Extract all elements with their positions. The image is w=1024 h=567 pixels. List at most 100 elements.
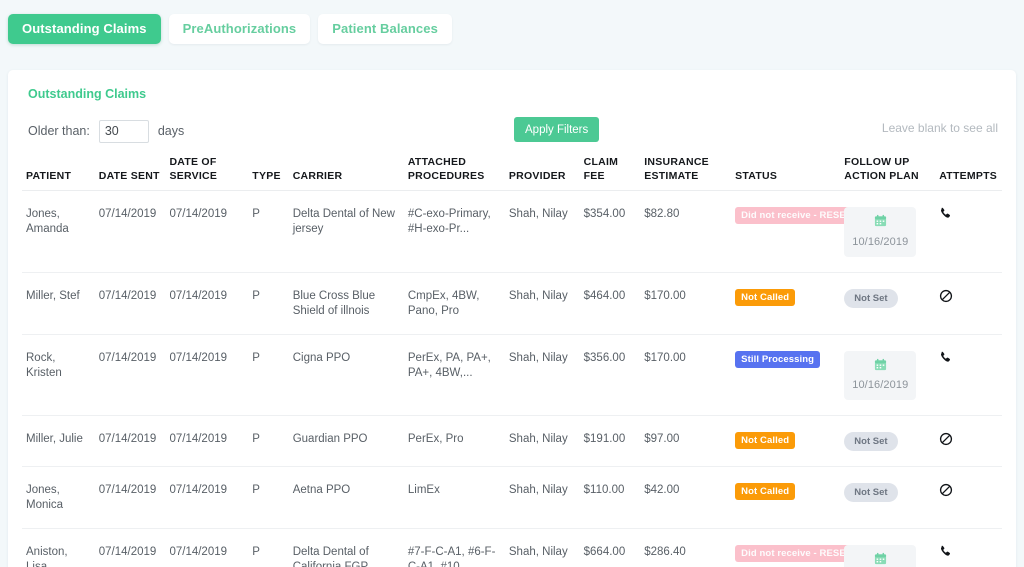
cell-attempts xyxy=(935,466,1002,529)
cell-follow-up-action-plan: Not Set xyxy=(840,272,936,335)
cell-follow-up-action-plan: Not Set xyxy=(840,415,936,467)
cell-type: P xyxy=(248,415,289,467)
filter-bar: Older than: days Apply Filters Leave bla… xyxy=(28,107,1002,155)
cell-type: P xyxy=(248,272,289,335)
cell-patient: Miller, Julie xyxy=(22,415,95,467)
phone-icon[interactable] xyxy=(939,545,952,562)
follow-up-not-set-pill[interactable]: Not Set xyxy=(844,432,898,451)
col-insurance-estimate[interactable]: INSURANCE ESTIMATE xyxy=(640,155,732,191)
older-than-days-input[interactable] xyxy=(98,119,149,143)
cell-attached-procedures: #C-exo-Primary, #H-exo-Pr... xyxy=(403,190,505,273)
follow-up-not-set-pill[interactable]: Not Set xyxy=(844,288,898,308)
cell-type: P xyxy=(248,334,289,416)
cell-claim-fee: $354.00 xyxy=(579,190,641,273)
claims-table-body: Jones, Amanda 07/14/2019 07/14/2019 P Delta … xyxy=(22,190,1002,567)
calendar-icon xyxy=(874,214,887,231)
follow-up-date-text: 10/16/2019 xyxy=(852,235,909,248)
cell-carrier: Cigna PPO xyxy=(288,334,404,416)
apply-filters-button[interactable]: Apply Filters xyxy=(514,117,600,142)
cell-claim-fee: $464.00 xyxy=(579,272,641,335)
cell-date-of-service: 07/14/2019 xyxy=(165,190,249,273)
status-badge[interactable]: Not Called xyxy=(735,288,796,306)
follow-up-date-text: 10/16/2019 xyxy=(852,379,909,391)
prohibited-icon[interactable] xyxy=(939,432,953,450)
col-claim-fee[interactable]: CLAIM FEE xyxy=(579,155,641,191)
cell-date-sent: 07/14/2019 xyxy=(94,272,166,335)
table-row[interactable]: Rock, Kristen 07/14/2019 07/14/2019 P Cigna … xyxy=(22,334,1002,416)
cell-attempts xyxy=(935,190,1002,273)
claims-table: PATIENT DATE SENT DATE OF SERVICE TYPE C… xyxy=(22,155,1002,567)
cell-date-sent: 07/14/2019 xyxy=(94,528,166,567)
cell-type: P xyxy=(248,528,289,567)
outstanding-claims-card: Outstanding Claims Older than: days Appl… xyxy=(8,70,1016,567)
cell-date-of-service: 07/14/2019 xyxy=(165,466,249,529)
cell-attempts xyxy=(935,272,1002,335)
cell-status: Not Called xyxy=(731,415,841,467)
col-carrier[interactable]: CARRIER xyxy=(288,155,404,191)
phone-icon[interactable] xyxy=(939,207,952,224)
cell-date-sent: 07/14/2019 xyxy=(94,190,166,273)
cell-carrier: Guardian PPO xyxy=(288,415,404,467)
page-title: Outstanding Claims xyxy=(28,87,147,101)
cell-insurance-estimate: $42.00 xyxy=(640,466,732,529)
phone-icon[interactable] xyxy=(939,351,952,368)
cell-attached-procedures: PerEx, PA, PA+, PA+, 4BW,... xyxy=(403,334,505,416)
status-badge[interactable]: Still Processing xyxy=(735,350,821,368)
cell-insurance-estimate: $170.00 xyxy=(640,272,732,335)
prohibited-icon[interactable] xyxy=(939,289,953,307)
status-badge[interactable]: Not Called xyxy=(735,432,796,449)
col-provider[interactable]: PROVIDER xyxy=(504,155,580,191)
cell-type: P xyxy=(248,190,289,273)
cell-date-of-service: 07/14/2019 xyxy=(165,272,249,335)
col-patient[interactable]: PATIENT xyxy=(22,155,95,191)
col-follow-up-action-plan[interactable]: FOLLOW UP ACTION PLAN xyxy=(840,155,936,191)
col-status[interactable]: STATUS xyxy=(731,155,841,191)
cell-provider: Shah, Nilay xyxy=(504,415,580,467)
tab-label: Outstanding Claims xyxy=(22,21,147,36)
tab-preauthorizations[interactable]: PreAuthorizations xyxy=(168,13,311,44)
table-row[interactable]: Jones, Monica 07/14/2019 07/14/2019 P Aetna … xyxy=(22,466,1002,529)
cell-follow-up-action-plan: Not Set xyxy=(840,466,936,529)
tab-bar: Outstanding Claims PreAuthorizations Pat… xyxy=(0,0,1024,48)
col-attempts[interactable]: ATTEMPTS xyxy=(935,155,1002,191)
cell-patient: Jones, Amanda xyxy=(22,190,95,273)
calendar-icon xyxy=(874,358,887,375)
cell-status: Did not receive - RESEND xyxy=(731,190,866,273)
cell-date-of-service: 07/14/2019 xyxy=(165,334,249,416)
tab-label: Patient Balances xyxy=(332,21,438,36)
prohibited-icon[interactable] xyxy=(939,483,953,501)
status-badge[interactable]: Not Called xyxy=(735,483,796,500)
follow-up-date-button[interactable]: 10/16/2019 xyxy=(844,545,917,567)
follow-up-date-button[interactable]: 10/16/2019 xyxy=(844,207,917,257)
col-date-sent[interactable]: DATE SENT xyxy=(94,155,166,191)
cell-carrier: Delta Dental of California FGP xyxy=(288,528,404,567)
cell-provider: Shah, Nilay xyxy=(504,190,580,273)
tab-outstanding-claims[interactable]: Outstanding Claims xyxy=(8,13,161,44)
table-header-row: PATIENT DATE SENT DATE OF SERVICE TYPE C… xyxy=(22,155,1002,191)
cell-date-of-service: 07/14/2019 xyxy=(165,415,249,467)
cell-provider: Shah, Nilay xyxy=(504,466,580,529)
follow-up-date-button[interactable]: 10/16/2019 xyxy=(844,350,917,400)
cell-insurance-estimate: $170.00 xyxy=(640,334,732,416)
col-type[interactable]: TYPE xyxy=(248,155,289,191)
cell-claim-fee: $191.00 xyxy=(579,415,641,467)
table-row[interactable]: Aniston, Lisa 07/14/2019 07/14/2019 P Delta … xyxy=(22,528,1002,567)
cell-provider: Shah, Nilay xyxy=(504,334,580,416)
cell-insurance-estimate: $97.00 xyxy=(640,415,732,467)
cell-date-of-service: 07/14/2019 xyxy=(165,528,249,567)
cell-insurance-estimate: $82.80 xyxy=(640,190,732,273)
table-row[interactable]: Miller, Julie 07/14/2019 07/14/2019 P Guardi… xyxy=(22,415,1002,467)
table-row[interactable]: Miller, Stef 07/14/2019 07/14/2019 P Blue Cr… xyxy=(22,272,1002,335)
cell-follow-up-action-plan: 10/16/2019 xyxy=(840,528,936,567)
cell-provider: Shah, Nilay xyxy=(504,528,580,567)
cell-patient: Aniston, Lisa xyxy=(22,528,95,567)
tab-patient-balances[interactable]: Patient Balances xyxy=(318,13,452,44)
cell-claim-fee: $356.00 xyxy=(579,334,641,416)
cell-attached-procedures: LimEx xyxy=(403,466,505,529)
table-row[interactable]: Jones, Amanda 07/14/2019 07/14/2019 P Delta … xyxy=(22,190,1002,273)
follow-up-not-set-pill[interactable]: Not Set xyxy=(844,483,898,502)
col-attached-procedures[interactable]: ATTACHED PROCEDURES xyxy=(403,155,505,191)
cell-patient: Rock, Kristen xyxy=(22,334,95,416)
cell-attached-procedures: CmpEx, 4BW, Pano, Pro xyxy=(403,272,505,335)
col-date-of-service[interactable]: DATE OF SERVICE xyxy=(165,155,249,191)
